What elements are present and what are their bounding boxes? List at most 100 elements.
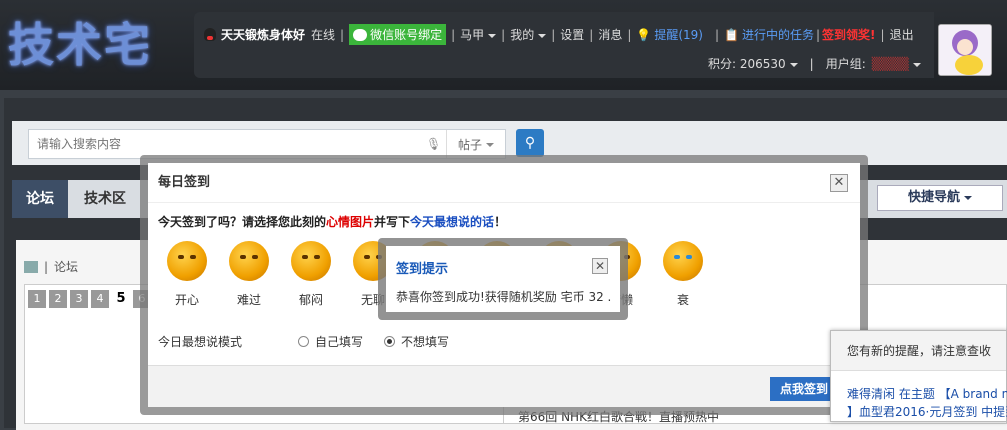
- signin-success-popup: 签到提示 ✕ 恭喜你签到成功!获得随机奖励 宅币 32 .: [386, 246, 620, 312]
- divider: |: [809, 56, 814, 71]
- radio-none[interactable]: [384, 336, 395, 347]
- microphone-icon[interactable]: 🎙: [426, 130, 447, 158]
- question-words: 今天最想说的话: [410, 215, 495, 229]
- close-icon: ✕: [594, 259, 606, 273]
- signin-link[interactable]: 签到领奖!: [822, 26, 875, 43]
- vest-label: 马甲: [460, 28, 485, 42]
- popup-close-button[interactable]: ✕: [592, 258, 608, 274]
- dialog-title: 每日签到: [148, 163, 860, 203]
- option-self-label: 自己填写: [315, 335, 364, 349]
- mood-label: 开心: [174, 293, 199, 307]
- chevron-down-icon: [486, 143, 494, 147]
- mine-label: 我的: [510, 28, 535, 42]
- avatar-image: [939, 25, 991, 75]
- close-button[interactable]: ✕: [830, 174, 848, 192]
- mood-sad[interactable]: 难过: [228, 241, 270, 308]
- divider: |: [44, 259, 49, 274]
- divider: |: [816, 27, 821, 42]
- tab-tech[interactable]: 技术区: [70, 180, 140, 218]
- avatar[interactable]: [938, 24, 992, 76]
- home-icon[interactable]: [24, 260, 38, 273]
- breadcrumb: | 论坛: [24, 258, 78, 275]
- site-logo[interactable]: 技术宅: [8, 10, 170, 80]
- vest-menu[interactable]: 马甲: [460, 26, 497, 43]
- tab-forum[interactable]: 论坛: [12, 180, 68, 218]
- question-mood: 心情图片: [326, 215, 375, 229]
- question-text: ！: [494, 215, 507, 229]
- divider: |: [714, 27, 720, 42]
- chevron-down-icon: [789, 62, 798, 67]
- wechat-bind-label: 微信账号绑定: [370, 28, 443, 42]
- messages-link[interactable]: 消息: [598, 26, 622, 43]
- user-stats: 积分: 206530 | 用户组: ▒▒▒▒: [708, 55, 921, 72]
- mood-depressed[interactable]: 郁闷: [290, 241, 332, 308]
- online-status: 在线: [311, 28, 336, 42]
- breadcrumb-forum[interactable]: 论坛: [54, 258, 78, 275]
- happy-face-icon: [167, 241, 207, 281]
- question-text: 今天签到了吗？请选择您此刻的: [158, 215, 327, 229]
- divider: |: [451, 27, 456, 42]
- signin-question: 今天签到了吗？请选择您此刻的心情图片并写下今天最想说的话！: [158, 213, 506, 230]
- wechat-bind-button[interactable]: 微信账号绑定: [349, 24, 447, 45]
- chevron-down-icon: [912, 62, 921, 67]
- mood-happy[interactable]: 开心: [166, 241, 208, 308]
- page-1[interactable]: 1: [28, 290, 46, 308]
- divider: |: [501, 27, 506, 42]
- usergroup-value: ▒▒▒▒: [871, 57, 909, 71]
- crying-face-icon: [663, 241, 703, 281]
- pagination: 1 2 3 4 5 6: [28, 290, 151, 308]
- chevron-down-icon: [964, 195, 972, 200]
- quick-nav-label: 快捷导航: [907, 190, 960, 205]
- points-menu[interactable]: 积分: 206530: [708, 55, 798, 72]
- page-4[interactable]: 4: [91, 290, 109, 308]
- popup-title: 签到提示: [396, 262, 449, 277]
- wechat-icon: [353, 28, 368, 41]
- divider: |: [589, 27, 594, 42]
- settings-link[interactable]: 设置: [560, 26, 584, 43]
- mood-unlucky[interactable]: 衰: [662, 241, 704, 308]
- notice-link[interactable]: 】血型君2016·元月签到 中提到: [847, 403, 1007, 420]
- dialog-footer: 点我签到: [148, 365, 860, 407]
- search-icon: ⚲: [524, 135, 536, 151]
- search-category-select[interactable]: 帖子: [447, 136, 505, 153]
- tasks-link[interactable]: 进行中的任务: [742, 26, 814, 43]
- mood-label: 难过: [236, 293, 261, 307]
- username-link[interactable]: 天天锻炼身体好: [221, 26, 305, 43]
- divider: |: [551, 27, 556, 42]
- search-category-label: 帖子: [457, 137, 482, 152]
- mood-label: 衰: [676, 293, 689, 307]
- points-label: 积分: 206530: [708, 57, 786, 71]
- search-input[interactable]: [29, 130, 426, 158]
- sad-face-icon: [229, 241, 269, 281]
- reminder-notice: 您有新的提醒，请注意查收 难得清闲 在主题 【A brand ne 】血型君20…: [830, 330, 1007, 422]
- page-2[interactable]: 2: [49, 290, 67, 308]
- qq-icon: [204, 28, 216, 41]
- page-3[interactable]: 3: [70, 290, 88, 308]
- chevron-down-icon: [488, 33, 497, 38]
- radio-self[interactable]: [298, 336, 309, 347]
- divider: |: [880, 27, 885, 42]
- option-none-label: 不想填写: [401, 335, 450, 349]
- bulb-icon: 💡: [636, 27, 652, 42]
- question-text: 并写下: [374, 215, 411, 229]
- notice-link[interactable]: 难得清闲 在主题 【A brand ne: [847, 385, 1007, 402]
- quick-nav-button[interactable]: 快捷导航: [877, 185, 1003, 211]
- popup-message: 恭喜你签到成功!获得随机奖励 宅币 32 .: [396, 290, 612, 304]
- page-current: 5: [116, 291, 126, 306]
- divider: |: [340, 27, 345, 42]
- task-icon: 📋: [724, 27, 739, 42]
- mood-label: 郁闷: [298, 293, 323, 307]
- mine-menu[interactable]: 我的: [510, 26, 547, 43]
- close-icon: ✕: [833, 175, 845, 190]
- search-button[interactable]: ⚲: [516, 129, 544, 157]
- mode-label: 今日最想说模式: [158, 335, 243, 349]
- option-none[interactable]: 不想填写: [384, 333, 449, 350]
- logout-link[interactable]: 退出: [890, 26, 914, 43]
- usergroup-menu[interactable]: 用户组: ▒▒▒▒: [826, 55, 921, 72]
- reminders-link[interactable]: 提醒(19): [654, 26, 703, 43]
- divider: |: [627, 27, 632, 42]
- notice-header: 您有新的提醒，请注意查收: [831, 331, 1006, 371]
- dizzy-face-icon: [291, 241, 331, 281]
- option-self[interactable]: 自己填写: [298, 333, 363, 350]
- sign-in-button[interactable]: 点我签到: [770, 377, 838, 401]
